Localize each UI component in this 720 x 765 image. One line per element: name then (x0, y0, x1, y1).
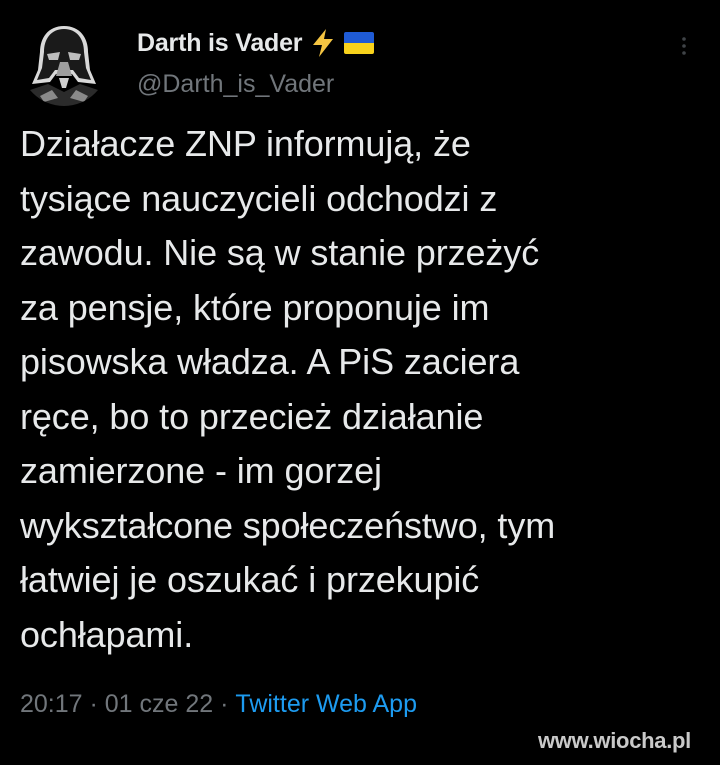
display-name[interactable]: Darth is Vader (137, 29, 303, 58)
tweet-time[interactable]: 20:17 (20, 690, 83, 719)
tweet-card: Darth is Vader @Darth_is_Vader Działacze… (0, 0, 720, 765)
meta-separator: · (213, 690, 236, 718)
lightning-icon (313, 29, 334, 57)
tweet-source-link[interactable]: Twitter Web App (235, 690, 417, 719)
avatar[interactable] (20, 18, 108, 106)
more-options-icon[interactable] (672, 34, 696, 58)
meta-separator: · (82, 690, 105, 718)
tweet-date[interactable]: 01 cze 22 (105, 690, 213, 719)
tweet-meta: 20:17 · 01 cze 22 · Twitter Web App (20, 690, 417, 719)
user-handle[interactable]: @Darth_is_Vader (137, 70, 334, 99)
watermark: www.wiocha.pl (538, 728, 691, 753)
ukraine-flag-icon (344, 32, 375, 54)
display-name-row: Darth is Vader (137, 26, 375, 60)
darth-vader-helmet-icon (20, 18, 108, 106)
tweet-text: Działacze ZNP informują, że tysiące nauc… (20, 123, 556, 655)
